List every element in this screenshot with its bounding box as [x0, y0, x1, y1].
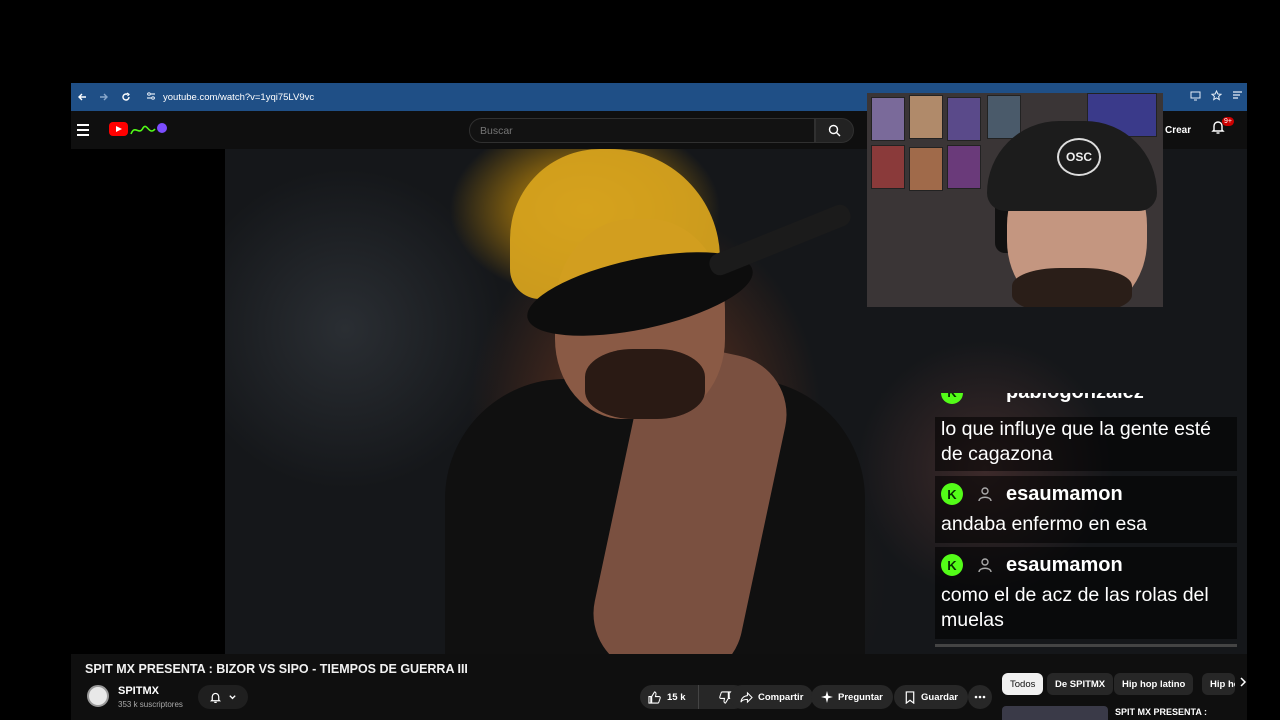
kick-badge-icon: K	[941, 393, 963, 404]
user-icon	[976, 556, 994, 574]
save-button[interactable]: Guardar	[894, 685, 968, 709]
channel-name[interactable]: SPITMX	[118, 685, 159, 697]
address-bar-url[interactable]: youtube.com/watch?v=1yqi75LV9vc	[163, 92, 314, 103]
video-frame-shape	[706, 201, 854, 279]
recommendation-title[interactable]: SPIT MX PRESENTA :	[1115, 707, 1207, 717]
kick-badge-icon: K	[941, 554, 963, 576]
subscription-bell-button[interactable]	[198, 685, 248, 709]
webcam-shape	[1012, 268, 1132, 307]
search-input[interactable]	[470, 119, 814, 142]
thumbs-up-icon	[648, 690, 661, 704]
doodle-logo	[130, 123, 167, 135]
chip-hip-hop[interactable]: Hip hop	[1202, 673, 1235, 695]
back-button[interactable]	[71, 83, 93, 111]
create-label: Crear	[1165, 124, 1192, 136]
poster	[871, 145, 905, 189]
reload-button[interactable]	[115, 83, 137, 111]
screen: youtube.com/watch?v=1yqi75LV9vc Crear	[0, 0, 1280, 720]
forward-button[interactable]	[93, 83, 115, 111]
arrow-right-icon	[100, 93, 108, 101]
chat-username: esaumamon	[1006, 553, 1123, 576]
search-box[interactable]	[469, 118, 815, 143]
notification-badge: 9+	[1222, 117, 1234, 126]
poster	[947, 97, 981, 141]
chat-message: lo que influye que la gente esté de caga…	[935, 417, 1237, 471]
chat-divider	[935, 644, 1237, 647]
chat-message-text: lo que influye que la gente esté de caga…	[941, 418, 1211, 465]
chat-message-text: como el de acz de las rolas del muelas	[941, 584, 1209, 631]
share-button[interactable]: Compartir	[730, 685, 814, 709]
kick-badge-icon: K	[941, 483, 963, 505]
user-icon	[976, 393, 994, 402]
arrow-left-icon	[78, 93, 86, 101]
poster	[871, 97, 905, 141]
chat-message-text: andaba enfermo en esa	[941, 513, 1147, 535]
install-app-icon[interactable]	[1190, 90, 1201, 104]
chip-hip-hop-latino[interactable]: Hip hop latino	[1114, 673, 1194, 695]
share-icon	[740, 691, 753, 703]
reading-list-icon[interactable]	[1232, 90, 1243, 104]
chevron-right-icon[interactable]	[1239, 676, 1247, 690]
chip-channel[interactable]: De SPITMX	[1047, 673, 1114, 695]
poster	[987, 95, 1021, 139]
poster	[947, 145, 981, 189]
channel-avatar[interactable]	[87, 685, 109, 707]
menu-icon[interactable]	[77, 120, 93, 140]
chat-message: K esaumamon andaba enfermo en esa	[935, 476, 1237, 543]
video-frame-shape	[585, 349, 705, 419]
subscriber-count: 353 k suscriptores	[118, 700, 183, 709]
cap-logo: OSC	[1057, 138, 1101, 176]
video-info: SPIT MX PRESENTA : BIZOR VS SIPO - TIEMP…	[71, 654, 1247, 720]
like-count: 15 k	[667, 691, 686, 703]
browser-actions	[1190, 83, 1243, 111]
chip-all[interactable]: Todos	[1002, 673, 1044, 695]
chat-message: K esaumamon como el de acz de las rolas …	[935, 547, 1237, 639]
site-info-icon[interactable]	[141, 91, 161, 104]
recommendation-thumbnail[interactable]	[1002, 706, 1108, 720]
bookmark-star-icon[interactable]	[1210, 89, 1223, 104]
notifications-button[interactable]: 9+	[1210, 117, 1234, 141]
search-button[interactable]	[815, 118, 854, 143]
video-title: SPIT MX PRESENTA : BIZOR VS SIPO - TIEMP…	[85, 662, 468, 676]
chevron-down-icon	[229, 694, 236, 699]
share-label: Compartir	[758, 691, 804, 703]
sparkle-icon	[821, 691, 833, 703]
bookmark-icon	[905, 690, 915, 704]
like-button[interactable]: 15 k	[640, 685, 700, 709]
more-horizontal-icon	[974, 695, 986, 699]
chat-message-partial: K pablogonzalez	[935, 393, 1237, 407]
reload-icon	[122, 92, 130, 101]
create-button[interactable]: Crear	[1157, 118, 1199, 142]
save-label: Guardar	[921, 691, 958, 703]
bell-icon	[209, 692, 222, 703]
youtube-logo[interactable]	[109, 122, 128, 136]
poster	[909, 147, 943, 191]
more-actions-button[interactable]	[968, 685, 992, 709]
ask-button[interactable]: Preguntar	[811, 685, 893, 709]
chat-overlay: K pablogonzalez lo que influye que la ge…	[935, 393, 1237, 648]
chat-username: pablogonzalez	[1006, 393, 1144, 404]
chat-username: esaumamon	[1006, 482, 1123, 505]
poster	[909, 95, 943, 139]
ask-label: Preguntar	[838, 691, 883, 703]
search-icon	[828, 124, 841, 137]
streamer-webcam: OSC	[867, 93, 1163, 307]
user-icon	[976, 485, 994, 503]
